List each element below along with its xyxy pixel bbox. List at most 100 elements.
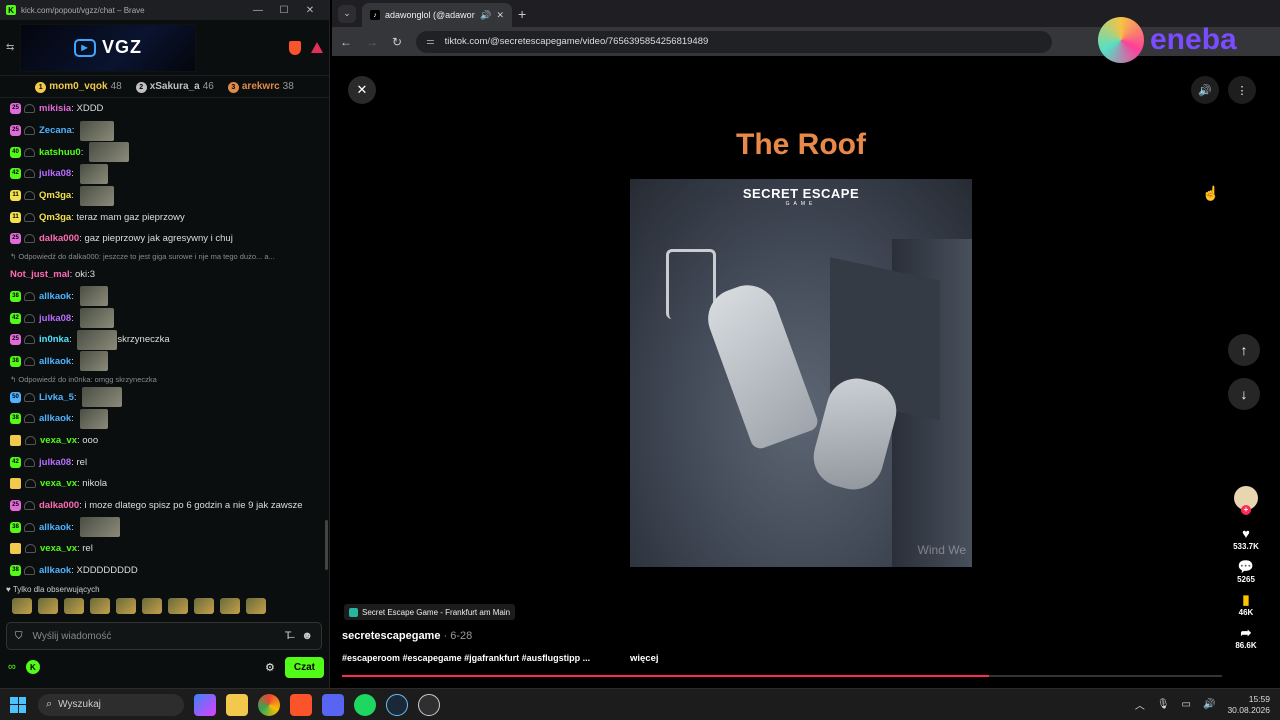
chat-username[interactable]: vexa_vx: [40, 542, 77, 555]
reply-context[interactable]: ↰ Odpowiedź do in0nka: omgg skrzyneczka: [10, 372, 320, 386]
creator-avatar[interactable]: [1234, 486, 1258, 515]
chat-message[interactable]: 38 allkaok:: [10, 516, 320, 538]
tab-close-icon[interactable]: ✕: [496, 10, 504, 21]
more-options-button[interactable]: ⋮: [1228, 76, 1256, 104]
emote[interactable]: [64, 598, 84, 614]
emote[interactable]: [142, 598, 162, 614]
chat-message[interactable]: 38 allkaok:: [10, 408, 320, 430]
like-button[interactable]: ♥ 533.7K: [1233, 526, 1259, 551]
chat-username[interactable]: mikisia: [39, 102, 71, 115]
brave-shield-icon[interactable]: [289, 40, 301, 55]
author-name[interactable]: secretescapegame: [342, 630, 440, 642]
emoji-icon[interactable]: ☻: [301, 630, 313, 642]
tab-search-icon[interactable]: ⌄: [338, 4, 356, 23]
site-info-icon[interactable]: ⚌: [426, 36, 435, 47]
maximize-icon[interactable]: ☐: [271, 5, 297, 16]
kick-icon[interactable]: K: [25, 660, 40, 674]
clock[interactable]: 15:59 30.08.2026: [1227, 694, 1270, 716]
tab-audio-icon[interactable]: 🔊: [480, 10, 491, 21]
chat-message[interactable]: 40 katshuu0:: [10, 141, 320, 163]
chat-message[interactable]: 42 julka08:: [10, 163, 320, 185]
leaderboard-entry[interactable]: 1 mom0_vqok 48: [35, 81, 122, 93]
chat-username[interactable]: dalka000: [39, 499, 79, 512]
settings-sliders-icon[interactable]: ⇆: [6, 42, 20, 53]
chat-username[interactable]: vexa_vx: [40, 434, 77, 447]
previous-video-button[interactable]: ↑: [1228, 334, 1260, 366]
spotify-icon[interactable]: [354, 693, 376, 716]
chat-scrollbar[interactable]: [325, 520, 328, 570]
brave-rewards-icon[interactable]: [311, 42, 323, 53]
chat-username[interactable]: allkaok: [39, 521, 71, 534]
chat-username[interactable]: Livka_5: [39, 391, 74, 404]
address-bar[interactable]: ⚌ tiktok.com/@secretescapegame/video/765…: [416, 30, 1052, 53]
emote[interactable]: [38, 598, 58, 614]
video-player[interactable]: SECRET ESCAPE GAME Wind We: [630, 179, 972, 567]
close-video-button[interactable]: ✕: [348, 76, 376, 104]
discord-icon[interactable]: [322, 693, 344, 716]
windows-start-icon[interactable]: [10, 696, 26, 713]
emote[interactable]: [90, 598, 110, 614]
leaderboard-entry[interactable]: 3 arekwrc 38: [227, 81, 294, 93]
chat-message[interactable]: 25 dalka000: i moze dlatego spisz po 6 go…: [10, 495, 320, 517]
chat-message[interactable]: 11 Qm3ga: teraz mam gaz pieprzowy: [10, 206, 320, 228]
share-button[interactable]: ➦ 86.6K: [1235, 625, 1256, 650]
file-explorer-icon[interactable]: [226, 693, 248, 716]
chat-message[interactable]: 25 in0nka: skrzyneczka: [10, 329, 320, 351]
video-progress[interactable]: [342, 675, 1222, 677]
chat-username[interactable]: Qm3ga: [39, 189, 71, 202]
emote[interactable]: [116, 598, 136, 614]
location-tag[interactable]: Secret Escape Game - Frankfurt am Main: [344, 604, 516, 620]
taskbar-search[interactable]: ⌕ Wyszukaj: [38, 693, 184, 716]
chat-username[interactable]: allkaok: [39, 290, 71, 303]
chat-message[interactable]: 38 allkaok:: [10, 286, 320, 308]
chat-username[interactable]: julka08: [39, 312, 71, 325]
microphone-icon[interactable]: 🎙: [1157, 699, 1170, 710]
next-video-button[interactable]: ↓: [1228, 378, 1260, 410]
chat-message[interactable]: 11 Qm3ga:: [10, 185, 320, 207]
chrome-icon[interactable]: [258, 693, 280, 716]
chat-username[interactable]: vexa_vx: [40, 477, 77, 490]
emote[interactable]: [246, 598, 266, 614]
back-icon[interactable]: ←: [340, 35, 352, 49]
brave-icon[interactable]: [290, 693, 312, 716]
chat-username[interactable]: allkaok: [39, 355, 71, 368]
chat-message[interactable]: Not_just_mal: oki:3: [10, 264, 320, 286]
chat-message[interactable]: vexa_vx: ooo: [10, 430, 320, 452]
more-link[interactable]: więcej: [630, 653, 659, 664]
leaderboard-entry[interactable]: 2 xSakura_a 46: [135, 81, 214, 93]
chat-message[interactable]: vexa_vx: rel: [10, 538, 320, 560]
chat-username[interactable]: Qm3ga: [39, 211, 71, 224]
chat-message[interactable]: 38 allkaok:: [10, 351, 320, 373]
chat-username[interactable]: katshuu0: [39, 146, 81, 159]
forward-icon[interactable]: →: [366, 35, 378, 49]
emote[interactable]: [12, 598, 32, 614]
chat-input[interactable]: ⛉ Wyślij wiadomość T̶ ☻: [6, 622, 322, 650]
translate-icon[interactable]: T̶: [285, 630, 292, 642]
chat-username[interactable]: Not_just_mal: [10, 268, 70, 281]
steam-icon[interactable]: [386, 693, 408, 716]
volume-button[interactable]: 🔊: [1191, 76, 1219, 104]
chat-message[interactable]: 25 Zecana:: [10, 120, 320, 142]
send-chat-button[interactable]: Czat: [284, 656, 324, 678]
minimize-icon[interactable]: —: [245, 5, 271, 16]
emote[interactable]: [220, 598, 240, 614]
save-button[interactable]: ▮ 46K: [1239, 592, 1254, 617]
chat-message[interactable]: vexa_vx: nikola: [10, 473, 320, 495]
chat-username[interactable]: in0nka: [39, 333, 69, 346]
emote[interactable]: [168, 598, 188, 614]
network-icon[interactable]: ▭: [1182, 699, 1191, 710]
chat-message[interactable]: 50 Livka_5:: [10, 386, 320, 408]
chat-message[interactable]: 42 julka08:: [10, 307, 320, 329]
chat-message[interactable]: 25 dalka000: gaz pieprzowy jak agresywny …: [10, 228, 320, 250]
obs-icon[interactable]: [418, 693, 440, 716]
tray-chevron-icon[interactable]: ︿: [1135, 697, 1145, 712]
reload-icon[interactable]: ↻: [392, 35, 402, 49]
copilot-icon[interactable]: [194, 693, 216, 716]
points-icon[interactable]: ∞: [8, 661, 16, 673]
chat-message[interactable]: 25 mikisia: XDDD: [10, 98, 320, 120]
chat-username[interactable]: julka08: [39, 167, 71, 180]
gear-icon[interactable]: ⚙: [265, 661, 275, 674]
new-tab-icon[interactable]: +: [518, 6, 526, 22]
chat-message[interactable]: 38 allkaok: XDDDDDDDD: [10, 560, 320, 578]
tab-tiktok[interactable]: ♪ adawonglol (@adawonglol) 🔊 ✕: [362, 3, 512, 27]
